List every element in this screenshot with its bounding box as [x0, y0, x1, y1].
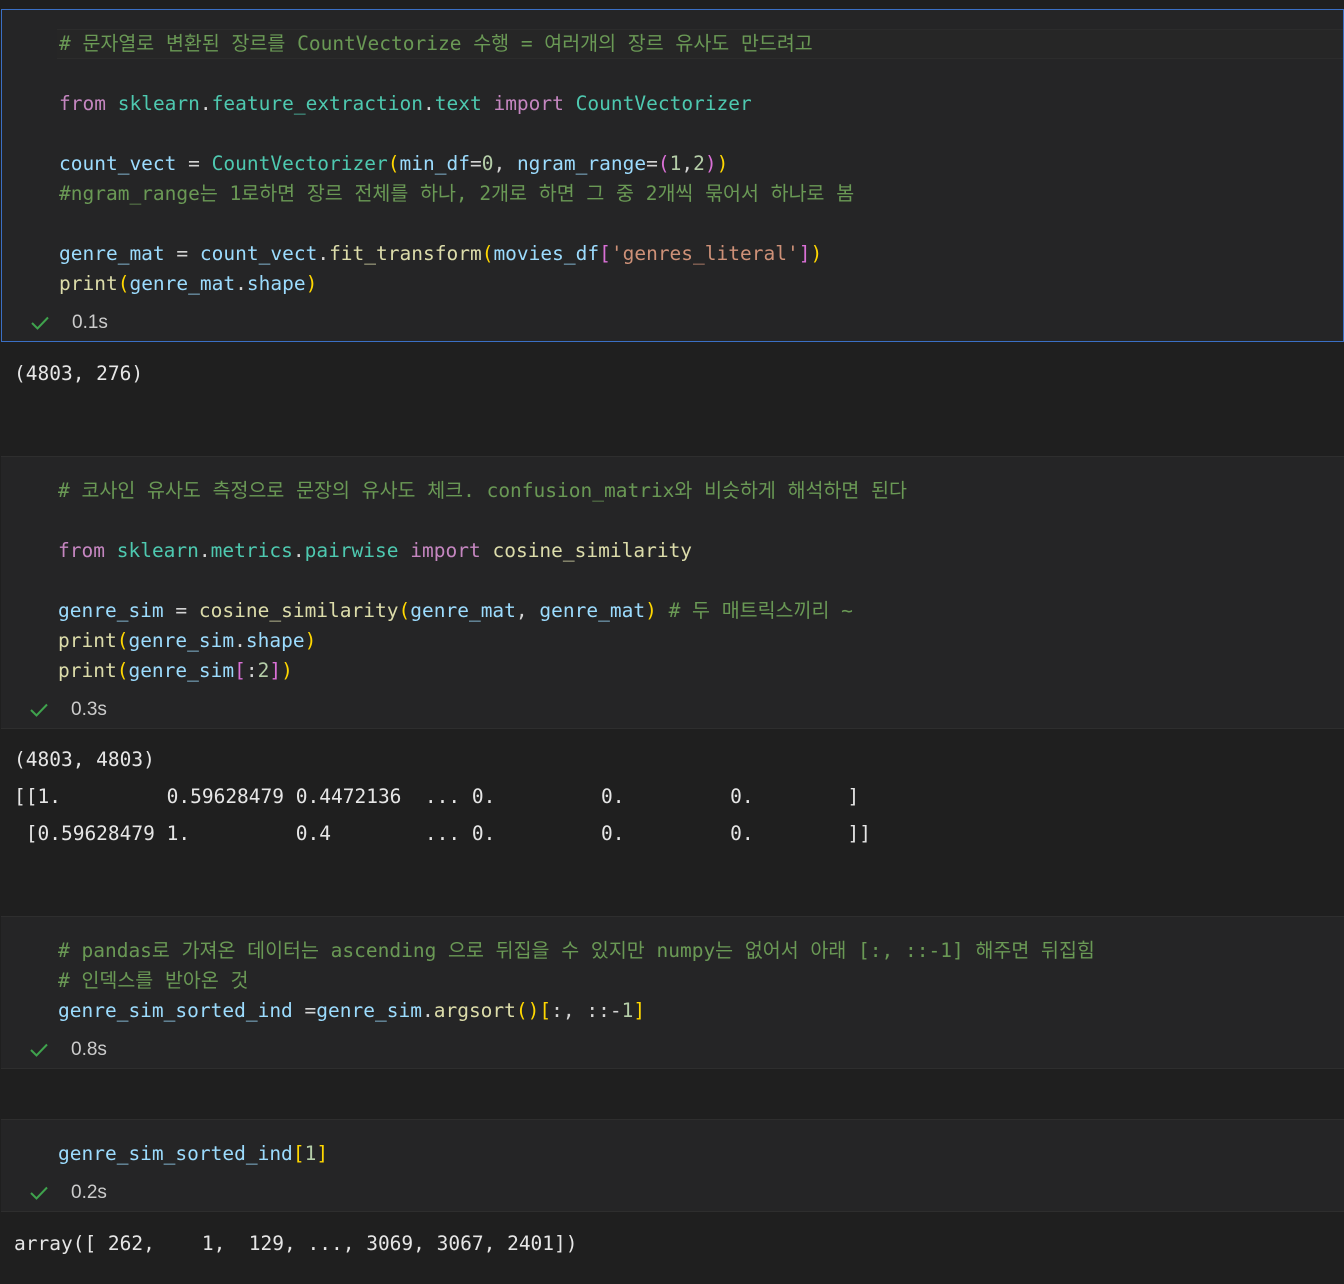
cell-output-line: [0.59628479 1. 0.4 ... 0. 0. 0. ]]	[14, 822, 872, 845]
code-line[interactable]: genre_sim_sorted_ind[1]	[58, 1139, 328, 1169]
execution-time: 0.8s	[71, 1039, 107, 1060]
code-line[interactable]: genre_mat = count_vect.fit_transform(mov…	[59, 239, 822, 269]
execution-time: 0.1s	[72, 312, 108, 333]
cell-output-line: [[1. 0.59628479 0.4472136 ... 0. 0. 0. ]	[14, 785, 860, 808]
code-line[interactable]: genre_sim_sorted_ind =genre_sim.argsort(…	[58, 996, 645, 1026]
code-line[interactable]: genre_sim = cosine_similarity(genre_mat,…	[58, 596, 853, 626]
code-line[interactable]: # pandas로 가져온 데이터는 ascending 으로 뒤집을 수 있지…	[58, 936, 1095, 966]
check-icon	[30, 703, 48, 717]
code-line[interactable]: print(genre_sim.shape)	[58, 626, 316, 656]
execution-status: 0.1s	[30, 311, 108, 335]
code-line[interactable]: from sklearn.metrics.pairwise import cos…	[58, 536, 692, 566]
code-line[interactable]: count_vect = CountVectorizer(min_df=0, n…	[59, 149, 728, 179]
cell-output: (4803, 276)	[14, 362, 144, 385]
code-cell-2[interactable]: # 코사인 유사도 측정으로 문장의 유사도 체크. confusion_mat…	[1, 456, 1344, 729]
execution-status: 0.8s	[29, 1038, 107, 1062]
code-line[interactable]: print(genre_mat.shape)	[59, 269, 317, 299]
execution-status: 0.2s	[29, 1181, 107, 1205]
execution-time: 0.2s	[71, 1182, 107, 1203]
code-line[interactable]: # 문자열로 변환된 장르를 CountVectorize 수행 = 여러개의 …	[57, 29, 1343, 59]
code-line[interactable]: print(genre_sim[:2])	[58, 656, 293, 686]
check-icon	[31, 316, 49, 330]
code-line[interactable]: from sklearn.feature_extraction.text imp…	[59, 89, 752, 119]
check-icon	[30, 1186, 48, 1200]
code-cell-4[interactable]: genre_sim_sorted_ind[1] 0.2s	[1, 1119, 1344, 1212]
code-cell-3[interactable]: # pandas로 가져온 데이터는 ascending 으로 뒤집을 수 있지…	[1, 916, 1344, 1069]
check-icon	[30, 1043, 48, 1057]
code-line[interactable]: # 인덱스를 받아온 것	[58, 966, 248, 996]
execution-time: 0.3s	[71, 699, 107, 720]
code-line[interactable]: # 코사인 유사도 측정으로 문장의 유사도 체크. confusion_mat…	[58, 476, 907, 506]
code-line[interactable]: #ngram_range는 1로하면 장르 전체를 하나, 2개로 하면 그 중…	[59, 179, 854, 209]
code-cell-1[interactable]: # 문자열로 변환된 장르를 CountVectorize 수행 = 여러개의 …	[1, 9, 1344, 342]
execution-status: 0.3s	[29, 698, 107, 722]
cell-output: array([ 262, 1, 129, ..., 3069, 3067, 24…	[14, 1232, 578, 1255]
cell-output-line: (4803, 4803)	[14, 748, 155, 771]
